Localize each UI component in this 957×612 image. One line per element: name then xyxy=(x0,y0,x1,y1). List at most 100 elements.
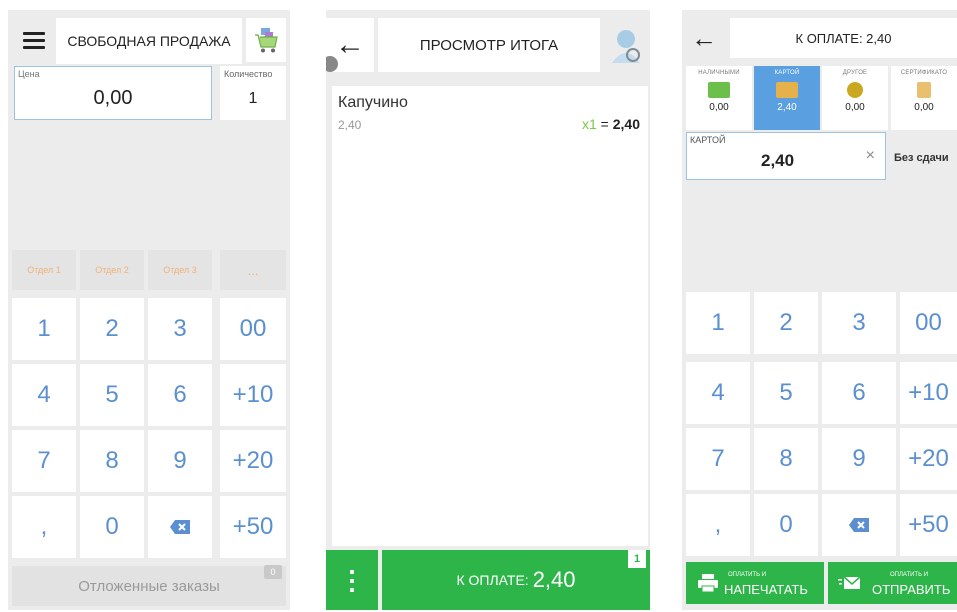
key-4-button[interactable]: 4 xyxy=(12,364,76,426)
key-1-button[interactable]: 1 xyxy=(686,292,750,354)
cash-icon xyxy=(708,82,730,98)
key-5-button[interactable]: 5 xyxy=(80,364,144,426)
tab-label: КАРТОЙ xyxy=(774,70,800,76)
key-7-button[interactable]: 7 xyxy=(12,430,76,492)
department-3-button[interactable]: Отдел 3 xyxy=(148,250,212,290)
more-options-button[interactable]: ⋮ xyxy=(326,550,378,610)
item-total-value: 2,40 xyxy=(612,116,640,132)
no-change-label: Без сдачи xyxy=(894,152,949,164)
card-amount-value: 2,40 xyxy=(761,151,795,170)
pay-and-send-large: ОТПРАВИТЬ xyxy=(872,582,951,597)
price-value: 0,00 xyxy=(93,87,133,109)
quantity-label: Количество xyxy=(224,69,273,79)
key-9-button[interactable]: 9 xyxy=(148,430,212,492)
cart-button[interactable] xyxy=(246,18,286,62)
key-6-button[interactable]: 6 xyxy=(148,364,212,426)
backspace-icon xyxy=(170,520,190,534)
postponed-orders-button[interactable]: Отложенные заказы xyxy=(12,566,286,606)
arrow-left-icon: ← xyxy=(335,28,365,61)
pay-button[interactable]: К ОПЛАТЕ: 2,40 xyxy=(382,550,650,610)
pay-and-print-button[interactable]: ОПЛАТИТЬ И НАПЕЧАТАТЬ xyxy=(686,562,824,604)
tab-other[interactable]: ДРУГОЕ 0,00 xyxy=(822,66,888,130)
printer-icon xyxy=(698,574,718,592)
page-title: ПРОСМОТР ИТОГА xyxy=(378,18,600,72)
key-backspace-button[interactable] xyxy=(822,494,896,556)
back-button[interactable]: ← xyxy=(682,18,726,58)
item-name: Капучино xyxy=(338,94,408,111)
tab-label: НАЛИЧНЫМИ xyxy=(698,70,740,76)
more-departments-button[interactable]: ... xyxy=(220,250,286,290)
total-review-screen: ← ПРОСМОТР ИТОГА Капучино 2,40 x1 = 2,40… xyxy=(326,10,650,610)
clear-icon[interactable]: × xyxy=(866,147,875,165)
tab-cash[interactable]: НАЛИЧНЫМИ 0,00 xyxy=(686,66,752,130)
item-total: x1 = 2,40 xyxy=(582,116,640,132)
price-label: Цена xyxy=(18,69,40,79)
key-backspace-button[interactable] xyxy=(148,496,212,558)
customer-button[interactable] xyxy=(602,18,650,72)
key-8-button[interactable]: 8 xyxy=(80,430,144,492)
pay-and-send-small: ОПЛАТИТЬ И xyxy=(890,572,929,578)
tab-label: СЕРТИФИКАТО xyxy=(900,70,948,76)
page-title: СВОБОДНАЯ ПРОДАЖА xyxy=(56,18,242,64)
key-8-button[interactable]: 8 xyxy=(754,428,818,490)
arrow-left-icon: ← xyxy=(691,22,717,53)
key-comma-button[interactable]: , xyxy=(686,494,750,556)
page-title: К ОПЛАТЕ: 2,40 xyxy=(730,18,957,58)
item-count-badge: 1 xyxy=(628,550,646,568)
department-2-button[interactable]: Отдел 2 xyxy=(80,250,144,290)
card-icon xyxy=(776,82,798,98)
tab-certificate[interactable]: СЕРТИФИКАТО 0,00 xyxy=(891,66,957,130)
tab-card[interactable]: КАРТОЙ 2,40 xyxy=(754,66,820,130)
key-comma-button[interactable]: , xyxy=(12,496,76,558)
quantity-field[interactable]: Количество 1 xyxy=(220,66,286,120)
key-plus-50-button[interactable]: +50 xyxy=(900,494,957,556)
key-00-button[interactable]: 00 xyxy=(220,298,286,360)
backspace-icon xyxy=(849,518,869,532)
key-plus-20-button[interactable]: +20 xyxy=(220,430,286,492)
key-2-button[interactable]: 2 xyxy=(80,298,144,360)
key-1-button[interactable]: 1 xyxy=(12,298,76,360)
pay-label: К ОПЛАТЕ: xyxy=(456,572,529,588)
key-7-button[interactable]: 7 xyxy=(686,428,750,490)
key-plus-20-button[interactable]: +20 xyxy=(900,428,957,490)
key-6-button[interactable]: 6 xyxy=(822,362,896,424)
key-2-button[interactable]: 2 xyxy=(754,292,818,354)
free-sale-screen: СВОБОДНАЯ ПРОДАЖА Цена 0,00 Количество 1… xyxy=(8,10,290,610)
key-plus-10-button[interactable]: +10 xyxy=(220,364,286,426)
mail-icon xyxy=(838,576,860,589)
key-00-button[interactable]: 00 xyxy=(900,292,957,354)
pay-amount: 2,40 xyxy=(532,567,576,592)
item-price: 2,40 xyxy=(338,118,362,132)
pay-and-send-button[interactable]: ОПЛАТИТЬ И ОТПРАВИТЬ xyxy=(828,562,957,604)
key-0-button[interactable]: 0 xyxy=(80,496,144,558)
key-3-button[interactable]: 3 xyxy=(822,292,896,354)
person-icon xyxy=(612,30,640,63)
key-5-button[interactable]: 5 xyxy=(754,362,818,424)
payment-screen: ← К ОПЛАТЕ: 2,40 НАЛИЧНЫМИ 0,00 КАРТОЙ 2… xyxy=(682,10,957,610)
tab-value: 2,40 xyxy=(777,102,797,113)
certificate-icon xyxy=(917,82,931,98)
menu-button[interactable] xyxy=(12,18,56,62)
item-equals: = xyxy=(600,116,609,132)
order-items-list: Капучино 2,40 x1 = 2,40 xyxy=(332,86,648,546)
pay-and-print-large: НАПЕЧАТАТЬ xyxy=(724,582,808,597)
card-amount-field[interactable]: КАРТОЙ 2,40 × xyxy=(686,132,886,180)
tab-value: 0,00 xyxy=(845,102,865,113)
key-0-button[interactable]: 0 xyxy=(754,494,818,556)
tab-label: ДРУГОЕ xyxy=(842,70,868,76)
tab-value: 0,00 xyxy=(709,102,729,113)
quantity-value: 1 xyxy=(248,90,258,107)
cart-icon xyxy=(255,28,278,53)
card-amount-label: КАРТОЙ xyxy=(690,135,726,145)
key-9-button[interactable]: 9 xyxy=(822,428,896,490)
postponed-count-badge: 0 xyxy=(264,565,282,579)
price-field[interactable]: Цена 0,00 xyxy=(14,66,212,120)
key-3-button[interactable]: 3 xyxy=(148,298,212,360)
item-quantity: x1 xyxy=(581,116,597,132)
department-1-button[interactable]: Отдел 1 xyxy=(12,250,76,290)
star-coin-icon xyxy=(847,82,863,98)
key-plus-10-button[interactable]: +10 xyxy=(900,362,957,424)
tab-value: 0,00 xyxy=(914,102,934,113)
key-plus-50-button[interactable]: +50 xyxy=(220,496,286,558)
key-4-button[interactable]: 4 xyxy=(686,362,750,424)
